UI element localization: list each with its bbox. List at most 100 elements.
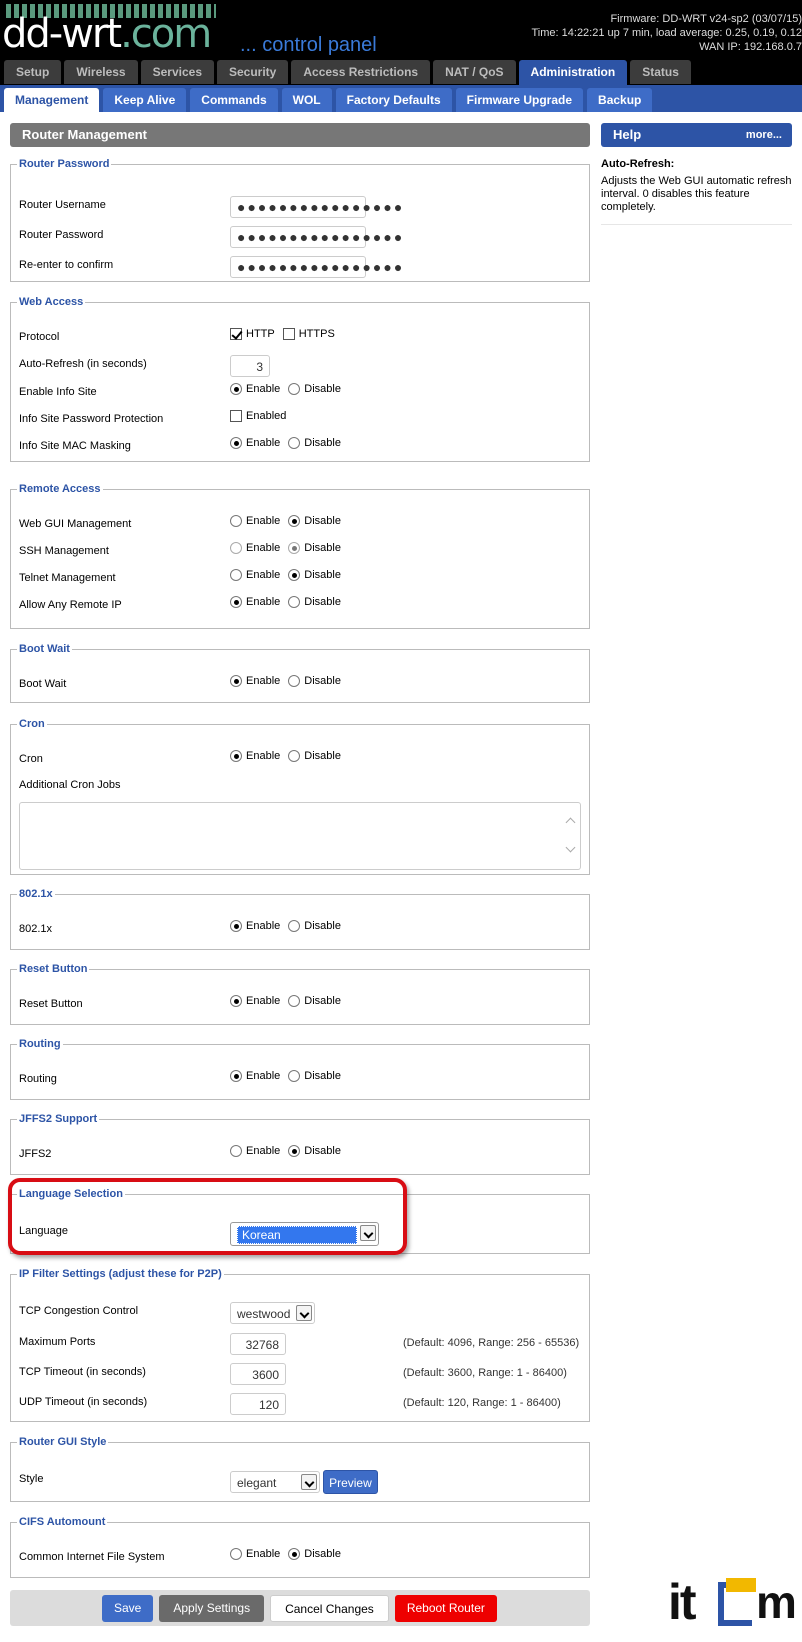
router-password-row: Router Password ●●●●●●●●●●●●●●●●: [19, 226, 581, 248]
max-ports-input[interactable]: 32768: [230, 1333, 286, 1355]
chevron-down-icon[interactable]: [296, 1305, 313, 1321]
cron-jobs-label: Additional Cron Jobs: [19, 779, 121, 791]
subtab-keep-alive[interactable]: Keep Alive: [103, 88, 187, 112]
cifs-disable-radio[interactable]: [288, 1548, 301, 1561]
subtab-commands[interactable]: Commands: [190, 88, 278, 112]
https-checkbox[interactable]: [282, 328, 295, 341]
tab-security[interactable]: Security: [217, 60, 289, 84]
apply-settings-button[interactable]: Apply Settings: [159, 1595, 265, 1622]
routing-disable-radio[interactable]: [288, 1070, 301, 1083]
tab-access-restrictions[interactable]: Access Restrictions: [291, 60, 431, 84]
info-site-enable-radio[interactable]: [230, 383, 242, 396]
router-username-input[interactable]: ●●●●●●●●●●●●●●●●: [230, 196, 402, 218]
tab-services[interactable]: Services: [140, 60, 214, 84]
tcp-cc-select[interactable]: westwood: [230, 1302, 316, 1324]
protocol-label: Protocol: [19, 331, 60, 343]
any-ip-enable-radio[interactable]: [230, 596, 242, 609]
jffs2-label: JFFS2: [19, 1148, 52, 1160]
boot-wait-disable-radio[interactable]: [288, 675, 301, 688]
udp-timeout-input[interactable]: 120: [230, 1393, 286, 1415]
ssh-row: SSH Management Enable Disable: [19, 542, 341, 557]
info-mac-row: Info Site MAC Masking Enable Disable: [19, 437, 341, 452]
subtab-management[interactable]: Management: [4, 88, 100, 112]
udp-timeout-row: UDP Timeout (in seconds) 120 (Default: 1…: [19, 1393, 581, 1415]
jffs2-legend: JFFS2 Support: [19, 1113, 98, 1125]
tab-setup[interactable]: Setup: [4, 60, 62, 84]
tcp-timeout-input[interactable]: 3600: [230, 1363, 286, 1385]
tagline: ... control panel: [240, 34, 377, 56]
tab-status[interactable]: Status: [630, 60, 691, 84]
ssh-enable-radio[interactable]: [230, 542, 242, 555]
preview-button[interactable]: Preview: [323, 1470, 378, 1494]
info-mac-disable-radio[interactable]: [288, 437, 301, 450]
cancel-changes-button[interactable]: Cancel Changes: [270, 1595, 389, 1622]
auto-refresh-input[interactable]: 3: [230, 355, 270, 377]
page-title: Router Management: [10, 123, 590, 147]
ip-filter-legend: IP Filter Settings (adjust these for P2P…: [19, 1268, 222, 1280]
router-confirm-label: Re-enter to confirm: [19, 259, 114, 271]
web-gui-enable-radio[interactable]: [230, 515, 242, 528]
telnet-row: Telnet Management Enable Disable: [19, 569, 341, 584]
language-section: Language Selection Language Korean: [10, 1188, 590, 1254]
save-button[interactable]: Save: [102, 1595, 154, 1622]
reboot-router-button[interactable]: Reboot Router: [394, 1595, 497, 1622]
dot1x-label: 802.1x: [19, 923, 53, 935]
jffs2-disable-radio[interactable]: [288, 1145, 301, 1158]
chevron-down-icon[interactable]: [301, 1474, 317, 1490]
web-gui-row: Web GUI Management Enable Disable: [19, 515, 341, 530]
info-mac-enable-radio[interactable]: [230, 437, 242, 450]
boot-wait-enable-radio[interactable]: [230, 675, 242, 688]
telnet-label: Telnet Management: [19, 572, 116, 584]
cron-jobs-textarea[interactable]: [19, 802, 581, 870]
cron-row: Cron Enable Disable: [19, 750, 341, 765]
logo: dd-wrt.com: [2, 11, 212, 57]
subtab-factory-defaults[interactable]: Factory Defaults: [335, 88, 452, 112]
cifs-enable-radio[interactable]: [230, 1548, 242, 1561]
max-ports-row: Maximum Ports 32768 (Default: 4096, Rang…: [19, 1333, 581, 1355]
reset-button-legend: Reset Button: [19, 963, 88, 975]
subtab-firmware-upgrade[interactable]: Firmware Upgrade: [455, 88, 584, 112]
http-checkbox[interactable]: [230, 328, 242, 341]
routing-enable-radio[interactable]: [230, 1070, 242, 1083]
ssh-disable-radio[interactable]: [288, 542, 301, 555]
protocol-row: Protocol HTTP HTTPS: [19, 328, 335, 343]
info-pwd-label: Info Site Password Protection: [19, 413, 164, 425]
subtab-wol[interactable]: WOL: [281, 88, 332, 112]
dot1x-section: 802.1x 802.1x Enable Disable: [10, 888, 590, 950]
info-site-disable-radio[interactable]: [288, 383, 301, 396]
jffs2-enable-radio[interactable]: [230, 1145, 242, 1158]
routing-row: Routing Enable Disable: [19, 1070, 341, 1085]
textarea-scrollbar[interactable]: [564, 805, 578, 867]
language-select[interactable]: Korean: [230, 1222, 379, 1246]
gui-style-select[interactable]: elegant: [230, 1471, 320, 1493]
telnet-disable-radio[interactable]: [288, 569, 301, 582]
watermark-logo: it m: [668, 1574, 797, 1630]
tab-wireless[interactable]: Wireless: [64, 60, 138, 84]
firmware-version: Firmware: DD-WRT v24-sp2 (03/07/15): [610, 13, 802, 25]
cron-disable-radio[interactable]: [288, 750, 301, 763]
info-pwd-checkbox[interactable]: [230, 410, 242, 423]
dot1x-disable-radio[interactable]: [288, 920, 301, 933]
subtab-backup[interactable]: Backup: [587, 88, 653, 112]
boot-wait-section: Boot Wait Boot Wait Enable Disable: [10, 643, 590, 703]
tcp-timeout-label: TCP Timeout (in seconds): [19, 1366, 146, 1378]
any-ip-row: Allow Any Remote IP Enable Disable: [19, 596, 341, 611]
firmware-info: Firmware: DD-WRT v24-sp2 (03/07/15) Time…: [472, 12, 802, 54]
cron-enable-radio[interactable]: [230, 750, 242, 763]
web-gui-disable-radio[interactable]: [288, 515, 301, 528]
chevron-down-icon[interactable]: [360, 1225, 376, 1241]
help-more-link[interactable]: more...: [746, 123, 782, 147]
language-row: Language Korean: [19, 1222, 581, 1246]
router-confirm-input[interactable]: ●●●●●●●●●●●●●●●●: [230, 256, 402, 278]
cron-label: Cron: [19, 753, 43, 765]
tab-administration[interactable]: Administration: [518, 60, 628, 85]
reset-button-enable-radio[interactable]: [230, 995, 242, 1008]
gui-style-section: Router GUI Style Style elegant Preview: [10, 1436, 590, 1502]
reset-button-disable-radio[interactable]: [288, 995, 301, 1008]
tab-nat-qos[interactable]: NAT / QoS: [433, 60, 516, 84]
remote-access-section: Remote Access Web GUI Management Enable D…: [10, 483, 590, 629]
dot1x-enable-radio[interactable]: [230, 920, 242, 933]
telnet-enable-radio[interactable]: [230, 569, 242, 582]
any-ip-disable-radio[interactable]: [288, 596, 301, 609]
router-password-input[interactable]: ●●●●●●●●●●●●●●●●: [230, 226, 402, 248]
